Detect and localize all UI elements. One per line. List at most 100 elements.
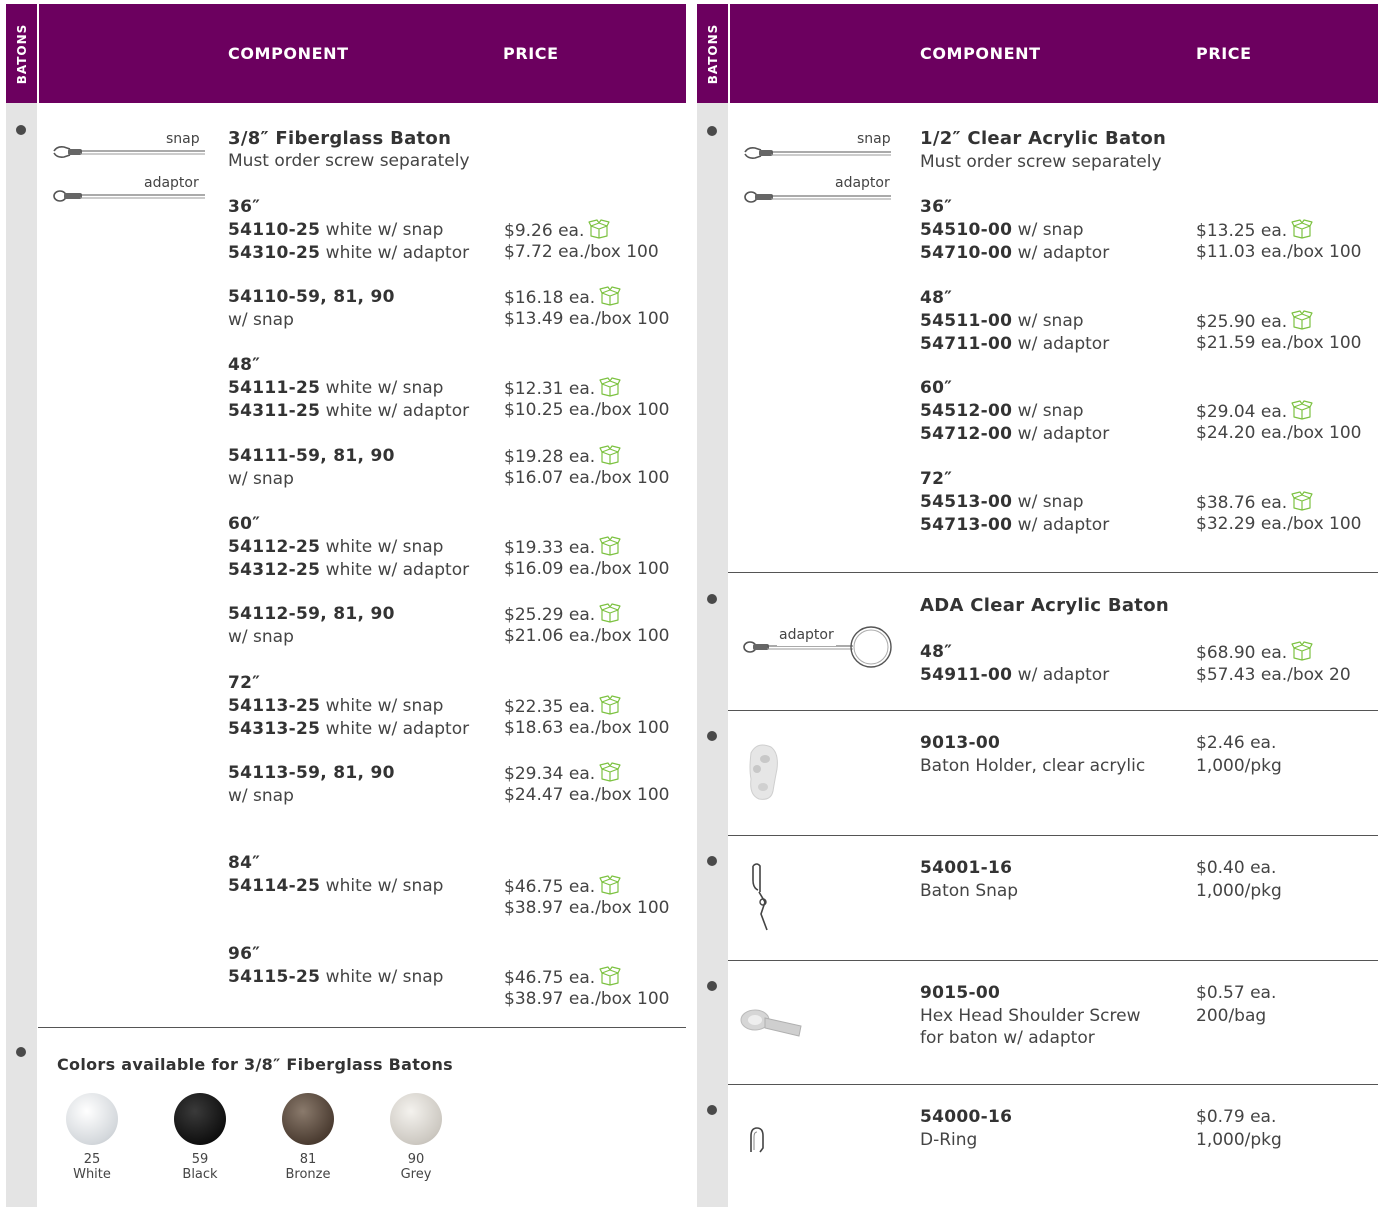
open-box-icon (599, 536, 621, 556)
snap-label: snap (857, 131, 891, 147)
part-desc: white w/ adaptor (320, 401, 470, 421)
open-box-icon (599, 286, 621, 306)
part-desc: w/ snap (228, 310, 294, 330)
bullet (16, 1047, 26, 1057)
size-label: 84″ (228, 853, 261, 873)
divider (728, 572, 1378, 573)
section-tab-label: BATONS (14, 23, 29, 84)
part-code: 54512-00 (920, 401, 1013, 421)
right-price-panel: BATONS COMPONENT PRICE snap adaptor 1/2″… (697, 4, 1378, 1207)
part-desc: w/ snap (1012, 220, 1084, 240)
part-code: 54510-00 (920, 220, 1013, 240)
open-box-icon (588, 219, 610, 239)
open-box-icon (599, 695, 621, 715)
price-each: $2.46 ea. (1196, 733, 1277, 753)
price-box: $24.47 ea./box 100 (504, 785, 670, 805)
price-box: $21.06 ea./box 100 (504, 626, 670, 646)
adaptor-label: adaptor (835, 175, 890, 191)
size-label: 72″ (228, 673, 261, 693)
snap-label: snap (166, 131, 200, 147)
adaptor-label: adaptor (144, 175, 199, 191)
price-each-value: $25.29 ea. (504, 605, 596, 625)
colors-title: Colors available for 3/8″ Fiberglass Bat… (57, 1055, 453, 1074)
price-each: $16.18 ea. (504, 286, 621, 309)
table-header: COMPONENT PRICE (39, 4, 686, 103)
price-box: $16.07 ea./box 100 (504, 468, 670, 488)
part-code: 54312-25 (228, 560, 321, 580)
swatch-bronze (282, 1093, 334, 1145)
price-each-value: $29.34 ea. (504, 764, 596, 784)
part-line: 54311-25 white w/ adaptor (228, 400, 469, 422)
price-each-value: $46.75 ea. (504, 968, 596, 988)
divider (728, 1084, 1378, 1085)
part-line: 54712-00 w/ adaptor (920, 423, 1109, 445)
price-each-value: $19.28 ea. (504, 447, 596, 467)
price-each: $19.28 ea. (504, 445, 621, 468)
bullet (707, 126, 717, 136)
divider (728, 960, 1378, 961)
part-code: 9015-00 (920, 983, 1001, 1003)
open-box-icon (599, 762, 621, 782)
part-line: 54711-00 w/ adaptor (920, 333, 1109, 355)
adaptor-label: adaptor (777, 624, 836, 646)
price-each-value: $9.26 ea. (504, 221, 585, 241)
section-tab-label: BATONS (705, 23, 720, 84)
part-line: 54511-00 w/ snap (920, 310, 1084, 332)
part-desc: white w/ snap (320, 220, 444, 240)
size-label: 48″ (920, 288, 953, 308)
open-box-icon (599, 966, 621, 986)
part-line: 54710-00 w/ adaptor (920, 242, 1109, 264)
price-box: $13.49 ea./box 100 (504, 309, 670, 329)
price-box: $7.72 ea./box 100 (504, 242, 659, 262)
bullet (16, 125, 26, 135)
price-each: $13.25 ea. (1196, 219, 1313, 242)
open-box-icon (599, 875, 621, 895)
part-code: 54115-25 (228, 967, 321, 987)
price-each-value: $29.04 ea. (1196, 402, 1288, 422)
bullet (707, 856, 717, 866)
part-code: 54712-00 (920, 424, 1013, 444)
part-line: 54713-00 w/ adaptor (920, 514, 1109, 536)
price-each: $22.35 ea. (504, 695, 621, 718)
bullet (707, 981, 717, 991)
open-box-icon (1291, 400, 1313, 420)
part-desc: D-Ring (920, 1130, 978, 1150)
part-line: 54513-00 w/ snap (920, 491, 1084, 513)
price-box: $10.25 ea./box 100 (504, 400, 670, 420)
part-line: 54111-59, 81, 90 (228, 445, 395, 467)
part-code: 54711-00 (920, 334, 1013, 354)
price-each-value: $25.90 ea. (1196, 312, 1288, 332)
part-desc: white w/ snap (320, 378, 444, 398)
part-desc-2: for baton w/ adaptor (920, 1028, 1095, 1048)
part-desc: white w/ snap (320, 537, 444, 557)
price-box: $38.97 ea./box 100 (504, 898, 670, 918)
swatch-black (174, 1093, 226, 1145)
part-line: w/ snap (228, 468, 294, 490)
part-code: 54313-25 (228, 719, 321, 739)
part-desc: w/ snap (1012, 311, 1084, 331)
part-code: 54112-25 (228, 537, 321, 557)
divider (728, 710, 1378, 711)
part-code: 54112-59, 81, 90 (228, 604, 395, 624)
price-each: $46.75 ea. (504, 875, 621, 898)
price-each: $38.76 ea. (1196, 491, 1313, 514)
open-box-icon (1291, 641, 1313, 661)
price-each: $29.34 ea. (504, 762, 621, 785)
part-line: 54310-25 white w/ adaptor (228, 242, 469, 264)
open-box-icon (599, 445, 621, 465)
part-line: 54110-25 white w/ snap (228, 219, 443, 241)
part-code: 54110-59, 81, 90 (228, 287, 395, 307)
size-label: 96″ (228, 944, 261, 964)
part-line: 54510-00 w/ snap (920, 219, 1084, 241)
price-each-value: $19.33 ea. (504, 538, 596, 558)
part-desc: w/ snap (228, 627, 294, 647)
size-label: 48″ (228, 355, 261, 375)
swatch-label: 59 Black (182, 1152, 218, 1182)
price-each-value: $22.35 ea. (504, 697, 596, 717)
part-desc: white w/ snap (320, 696, 444, 716)
part-code: 54713-00 (920, 515, 1013, 535)
part-desc: Baton Holder, clear acrylic (920, 756, 1146, 776)
price-pack: 200/bag (1196, 1006, 1267, 1026)
part-desc: w/ adaptor (1012, 424, 1110, 444)
price-box: $38.97 ea./box 100 (504, 989, 670, 1009)
